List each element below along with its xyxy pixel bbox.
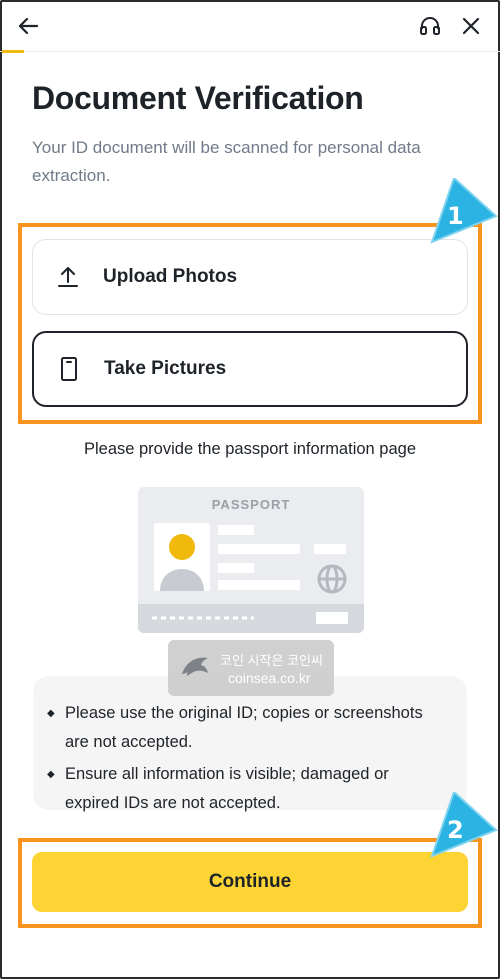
step-marker-1: 1 [430, 176, 498, 249]
bullet-icon: ◆ [47, 769, 55, 780]
headset-icon [420, 17, 440, 35]
globe-icon [317, 564, 347, 594]
requirements-panel: ◆ Please use the original ID; copies or … [33, 676, 467, 812]
close-button[interactable] [457, 12, 485, 40]
triangle-marker-icon [430, 790, 498, 858]
highlight-box-options [18, 223, 482, 424]
highlight-box-continue [18, 838, 482, 928]
progress-indicator [2, 50, 24, 53]
step-marker-2: 2 [430, 790, 498, 863]
portrait-icon [160, 534, 204, 591]
requirement-item: ◆ Please use the original ID; copies or … [47, 699, 435, 757]
passport-photo [154, 523, 210, 591]
page-subtitle: Your ID document will be scanned for per… [32, 138, 421, 185]
bullet-icon: ◆ [47, 708, 55, 719]
requirement-text: Ensure all information is visible; damag… [65, 765, 389, 812]
passport-line [218, 563, 254, 573]
passport-line [218, 544, 300, 554]
triangle-marker-icon [430, 176, 498, 244]
watermark-site-text: coinsea.co.kr [228, 670, 311, 686]
page-title: Document Verification [32, 80, 364, 116]
passport-line [218, 580, 300, 590]
requirement-item: ◆ Ensure all information is visible; dam… [47, 760, 435, 818]
watermark-korean-text: 코인 시작은 코인씨 [220, 653, 323, 668]
arrow-left-icon [18, 17, 39, 35]
back-button[interactable] [14, 12, 42, 40]
passport-label: PASSPORT [211, 497, 291, 512]
step-marker-number: 1 [447, 202, 464, 230]
passport-line [218, 525, 254, 535]
passport-illustration: PASSPORT [138, 487, 364, 633]
dolphin-logo-icon [182, 657, 208, 676]
support-button[interactable] [416, 12, 444, 40]
close-icon [462, 17, 480, 35]
watermark: 코인 시작은 코인씨 coinsea.co.kr [168, 640, 334, 696]
passport-hint: Please provide the passport information … [83, 440, 417, 458]
passport-mrz [138, 604, 364, 633]
top-bar [0, 0, 500, 52]
passport-line [314, 544, 346, 554]
step-marker-number: 2 [447, 816, 464, 844]
requirement-text: Please use the original ID; copies or sc… [65, 704, 423, 751]
